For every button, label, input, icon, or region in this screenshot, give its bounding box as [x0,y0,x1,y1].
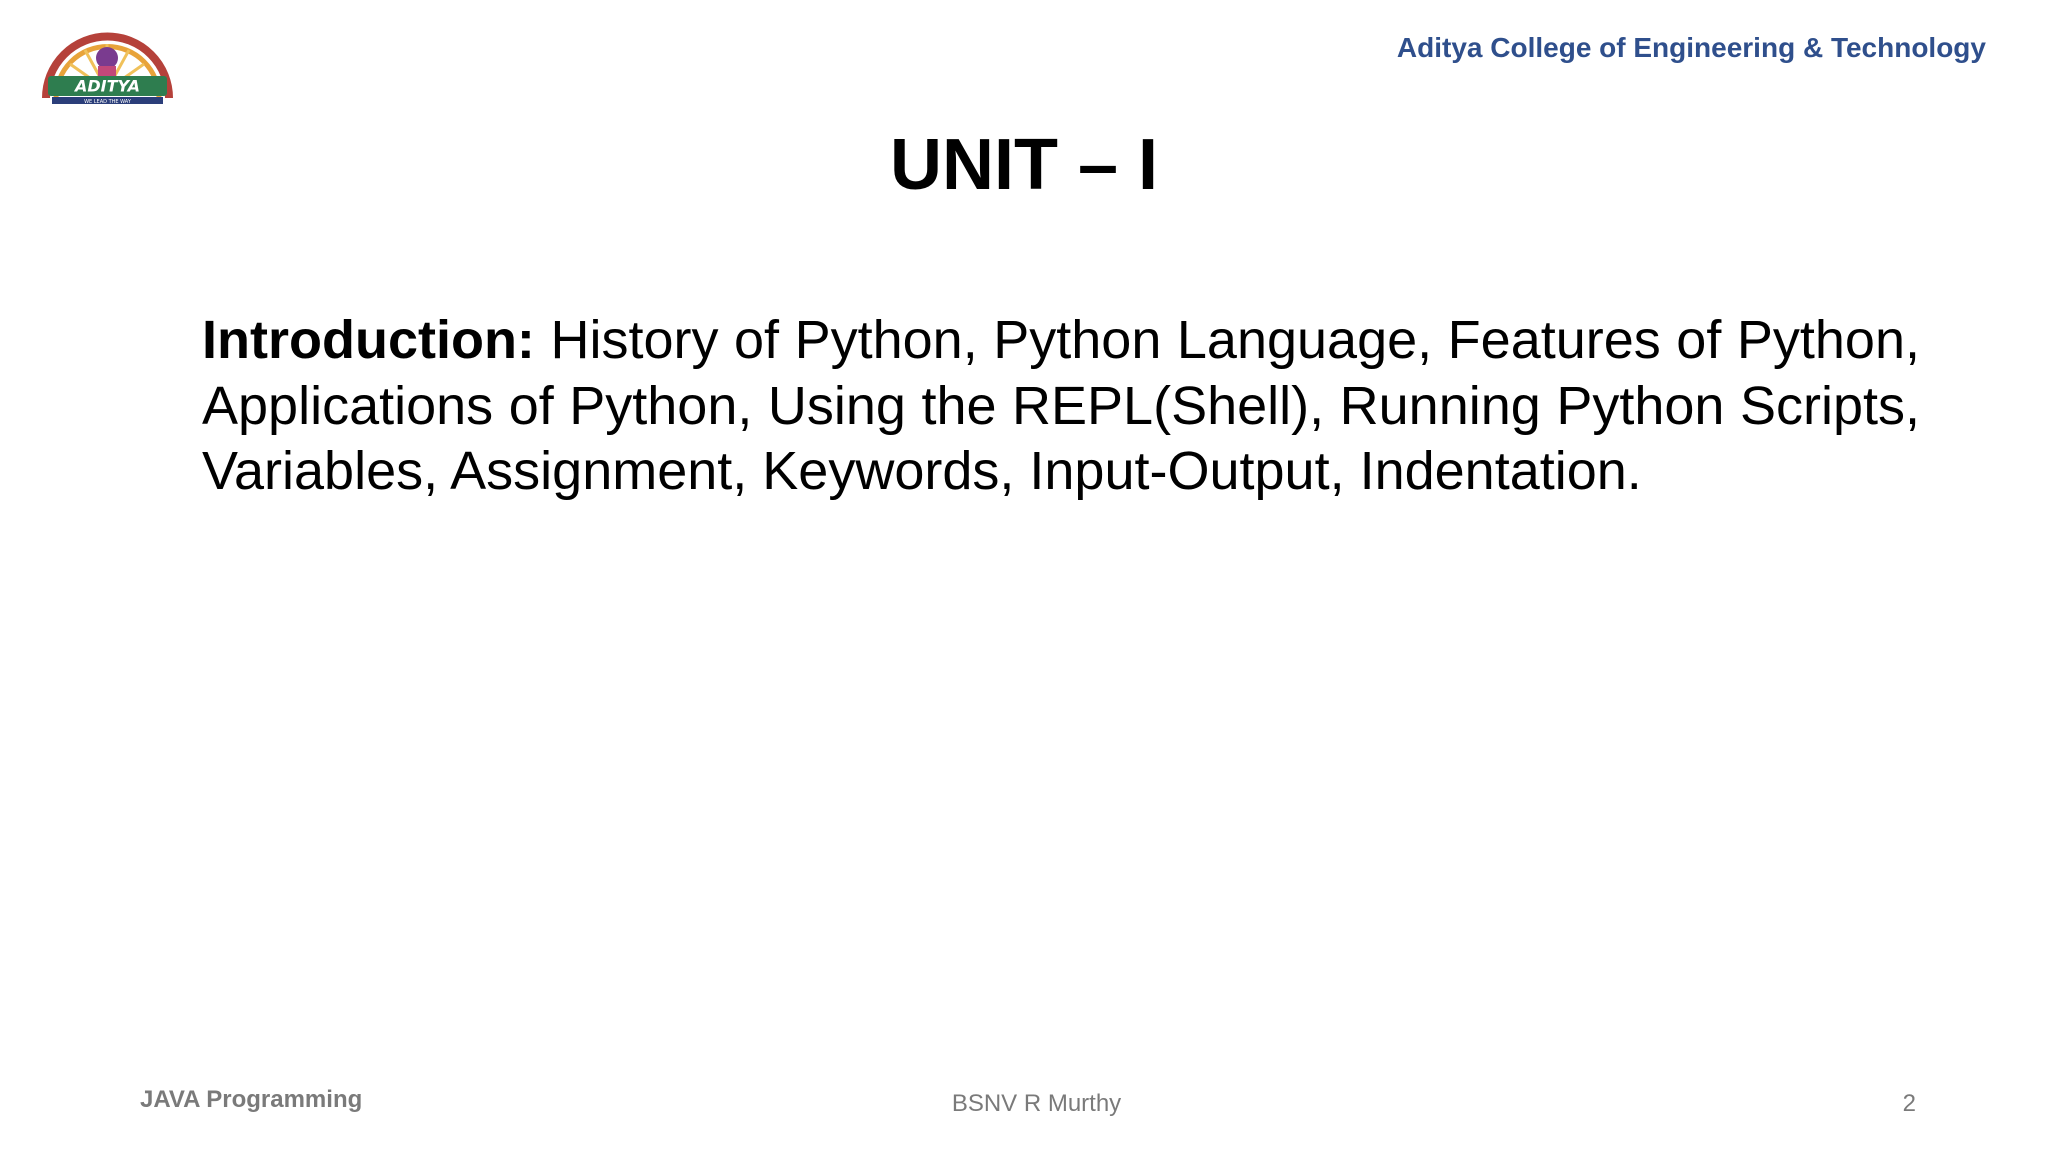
slide-title: UNIT – I [889,125,1159,205]
logo-text: ADITYA [73,77,140,96]
college-name: Aditya College of Engineering & Technolo… [1396,32,1986,63]
logo-emblem [96,47,118,69]
footer-slide-number: 2 [1902,1090,1916,1117]
body-lead: Introduction: [202,310,535,370]
logo-tagline: WE LEAD THE WAY [84,99,132,105]
slide-body: Introduction: History of Python, Python … [202,308,1920,505]
footer-author: BSNV R Murthy [951,1090,1122,1117]
college-logo: ADITYA WE LEAD THE WAY [42,32,173,105]
